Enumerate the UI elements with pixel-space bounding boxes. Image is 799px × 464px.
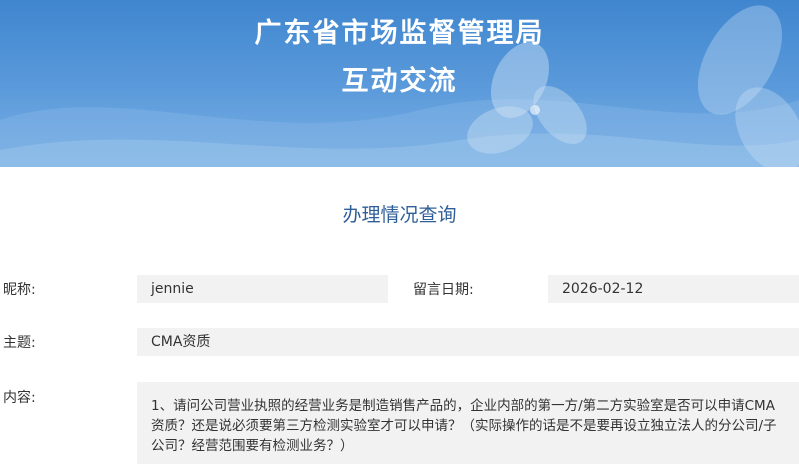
site-title: 广东省市场监督管理局 — [254, 18, 545, 49]
nickname-label: 昵称: — [3, 282, 36, 298]
date-field: 2026-02-12 — [548, 275, 799, 303]
header-banner: 广东省市场监督管理局 互动交流 — [0, 0, 799, 167]
subject-field: CMA资质 — [137, 328, 799, 356]
subject-label: 主题: — [3, 335, 36, 351]
section-title: 办理情况查询 — [342, 204, 457, 226]
date-label: 留言日期: — [413, 282, 474, 298]
site-subtitle: 互动交流 — [341, 66, 458, 97]
content-field: 1、请问公司营业执照的经营业务是制造销售产品的，企业内部的第一方/第二方实验室是… — [137, 382, 799, 464]
nickname-field: jennie — [137, 275, 388, 303]
content-label: 内容: — [3, 390, 36, 406]
